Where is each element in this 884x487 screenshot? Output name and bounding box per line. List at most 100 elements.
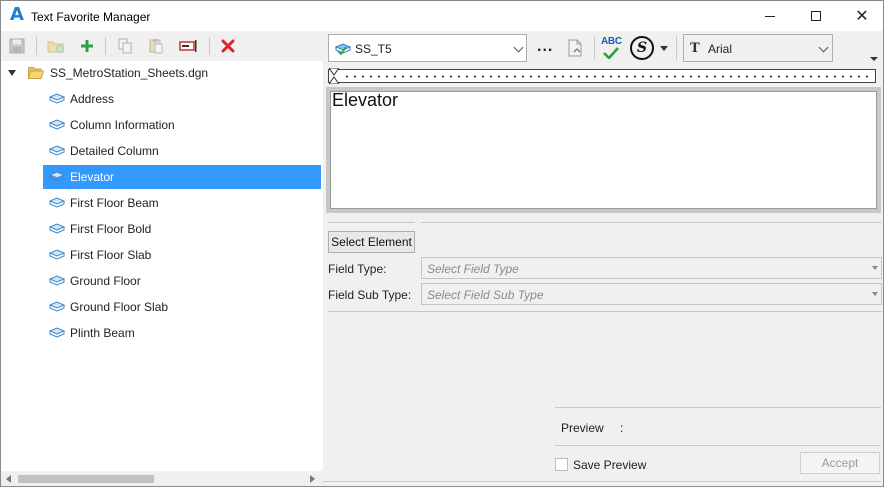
tree-item[interactable]: Ground Floor [43, 269, 321, 293]
tree-item-label: Address [70, 92, 115, 106]
minimize-icon [765, 15, 775, 17]
spell-check-abc-label: ABC [601, 36, 622, 47]
dropdown-arrow-icon [872, 266, 878, 270]
tree-item-label: First Floor Slab [70, 248, 152, 262]
document-insert-icon[interactable] [566, 39, 584, 57]
tree-item[interactable]: Address [43, 87, 321, 111]
chevron-down-icon [513, 42, 524, 53]
tree-item[interactable]: Elevator [43, 165, 321, 189]
text-style-value: SS_T5 [355, 42, 392, 56]
tree-item[interactable]: Detailed Column [43, 139, 321, 163]
text-editor-canvas[interactable] [330, 91, 877, 209]
paste-button[interactable] [146, 36, 166, 56]
favorites-tree[interactable]: SS_MetroStation_Sheets.dgn Address Column… [1, 61, 323, 471]
tree-item[interactable]: First Floor Bold [43, 217, 321, 241]
tree-item[interactable]: First Floor Beam [43, 191, 321, 215]
save-button[interactable] [7, 36, 27, 56]
save-preview-label: Save Preview [573, 458, 647, 472]
field-type-label: Field Type: [328, 262, 387, 276]
toolbar-separator [36, 37, 37, 55]
minimize-button[interactable] [747, 1, 793, 31]
indent-marker-icon[interactable] [329, 68, 339, 84]
close-button[interactable]: ✕ [839, 1, 883, 31]
rename-button[interactable] [179, 36, 199, 56]
save-icon [9, 38, 25, 54]
tree-item-label: Detailed Column [70, 144, 159, 158]
copy-icon [118, 38, 132, 54]
tree-item-label: Column Information [70, 118, 175, 132]
more-options-button[interactable]: ... [537, 37, 553, 57]
divider [323, 481, 881, 482]
divider [421, 222, 882, 223]
toolbar-separator [676, 36, 677, 60]
chevron-down-icon [818, 42, 829, 53]
tree-item-label: Plinth Beam [70, 326, 135, 340]
editor-text[interactable]: Elevator [332, 90, 398, 111]
scrollbar-thumb[interactable] [18, 475, 154, 483]
truetype-font-icon: T [690, 41, 700, 56]
text-favorite-icon [49, 223, 65, 234]
text-editor-pane: SS_T5 ... ABC S T Arial Elevator Select … [323, 31, 883, 486]
paste-icon [149, 39, 163, 54]
field-sub-type-placeholder: Select Field Sub Type [427, 288, 544, 302]
tree-root-label: SS_MetroStation_Sheets.dgn [50, 66, 209, 80]
favorites-toolbar [1, 31, 323, 61]
collapse-arrow-icon[interactable] [8, 70, 16, 76]
save-preview-checkbox[interactable] [555, 458, 568, 471]
tree-item[interactable]: Plinth Beam [43, 321, 321, 345]
text-favorite-icon [49, 301, 65, 312]
tree-item-label: First Floor Beam [70, 196, 159, 210]
add-folder-icon [47, 41, 64, 53]
divider [328, 311, 882, 312]
text-favorite-manager-window: A Text Favorite Manager ✕ SS_MetroStatio… [0, 0, 884, 487]
text-favorite-icon [49, 119, 65, 130]
delete-icon [221, 39, 235, 53]
toolbar-separator [594, 36, 595, 60]
text-style-icon [335, 43, 351, 55]
add-folder-button[interactable] [46, 36, 66, 56]
text-favorite-icon [49, 93, 65, 104]
tree-item-label: Ground Floor [70, 274, 141, 288]
toolbar-separator [209, 37, 210, 55]
font-dropdown[interactable]: T Arial [683, 34, 833, 62]
horizontal-scrollbar[interactable] [1, 471, 323, 486]
maximize-button[interactable] [793, 1, 839, 31]
scroll-left-arrow-icon[interactable] [6, 475, 11, 483]
text-favorite-icon [49, 145, 65, 156]
window-title: Text Favorite Manager [31, 10, 151, 24]
close-icon: ✕ [855, 6, 869, 25]
tree-item[interactable]: Column Information [43, 113, 321, 137]
text-style-dropdown[interactable]: SS_T5 [328, 34, 527, 62]
add-button[interactable] [77, 36, 97, 56]
tree-item[interactable]: First Floor Slab [43, 243, 321, 267]
insert-symbol-button[interactable]: S [630, 36, 654, 60]
delete-button[interactable] [218, 36, 238, 56]
preview-colon: : [620, 421, 624, 435]
text-favorite-icon [49, 327, 65, 338]
add-icon [81, 40, 93, 52]
scroll-right-arrow-icon[interactable] [310, 475, 315, 483]
tree-root-file[interactable]: SS_MetroStation_Sheets.dgn [1, 61, 323, 85]
symbol-dropdown-arrow-icon[interactable] [660, 46, 668, 51]
ruler-ticks [343, 75, 873, 78]
field-type-dropdown[interactable]: Select Field Type [421, 257, 882, 279]
preview-label: Preview [561, 421, 604, 435]
checkmark-icon [603, 47, 619, 59]
toolbar-separator [105, 37, 106, 55]
open-folder-icon [28, 67, 44, 79]
text-favorite-icon [49, 275, 65, 286]
text-editor-area[interactable] [326, 87, 881, 213]
font-value: Arial [708, 42, 733, 56]
field-sub-type-dropdown[interactable]: Select Field Sub Type [421, 283, 882, 305]
field-sub-type-label: Field Sub Type: [328, 288, 412, 302]
select-element-button[interactable]: Select Element [328, 231, 415, 253]
tree-item[interactable]: Ground Floor Slab [43, 295, 321, 319]
text-favorite-icon [49, 171, 65, 182]
divider [328, 222, 415, 223]
spell-check-button[interactable]: ABC [600, 34, 626, 62]
copy-button[interactable] [115, 36, 135, 56]
text-ruler[interactable] [328, 68, 876, 84]
text-favorite-icon [49, 249, 65, 260]
toolbar-overflow-icon[interactable] [870, 57, 878, 61]
accept-button[interactable]: Accept [800, 452, 880, 474]
